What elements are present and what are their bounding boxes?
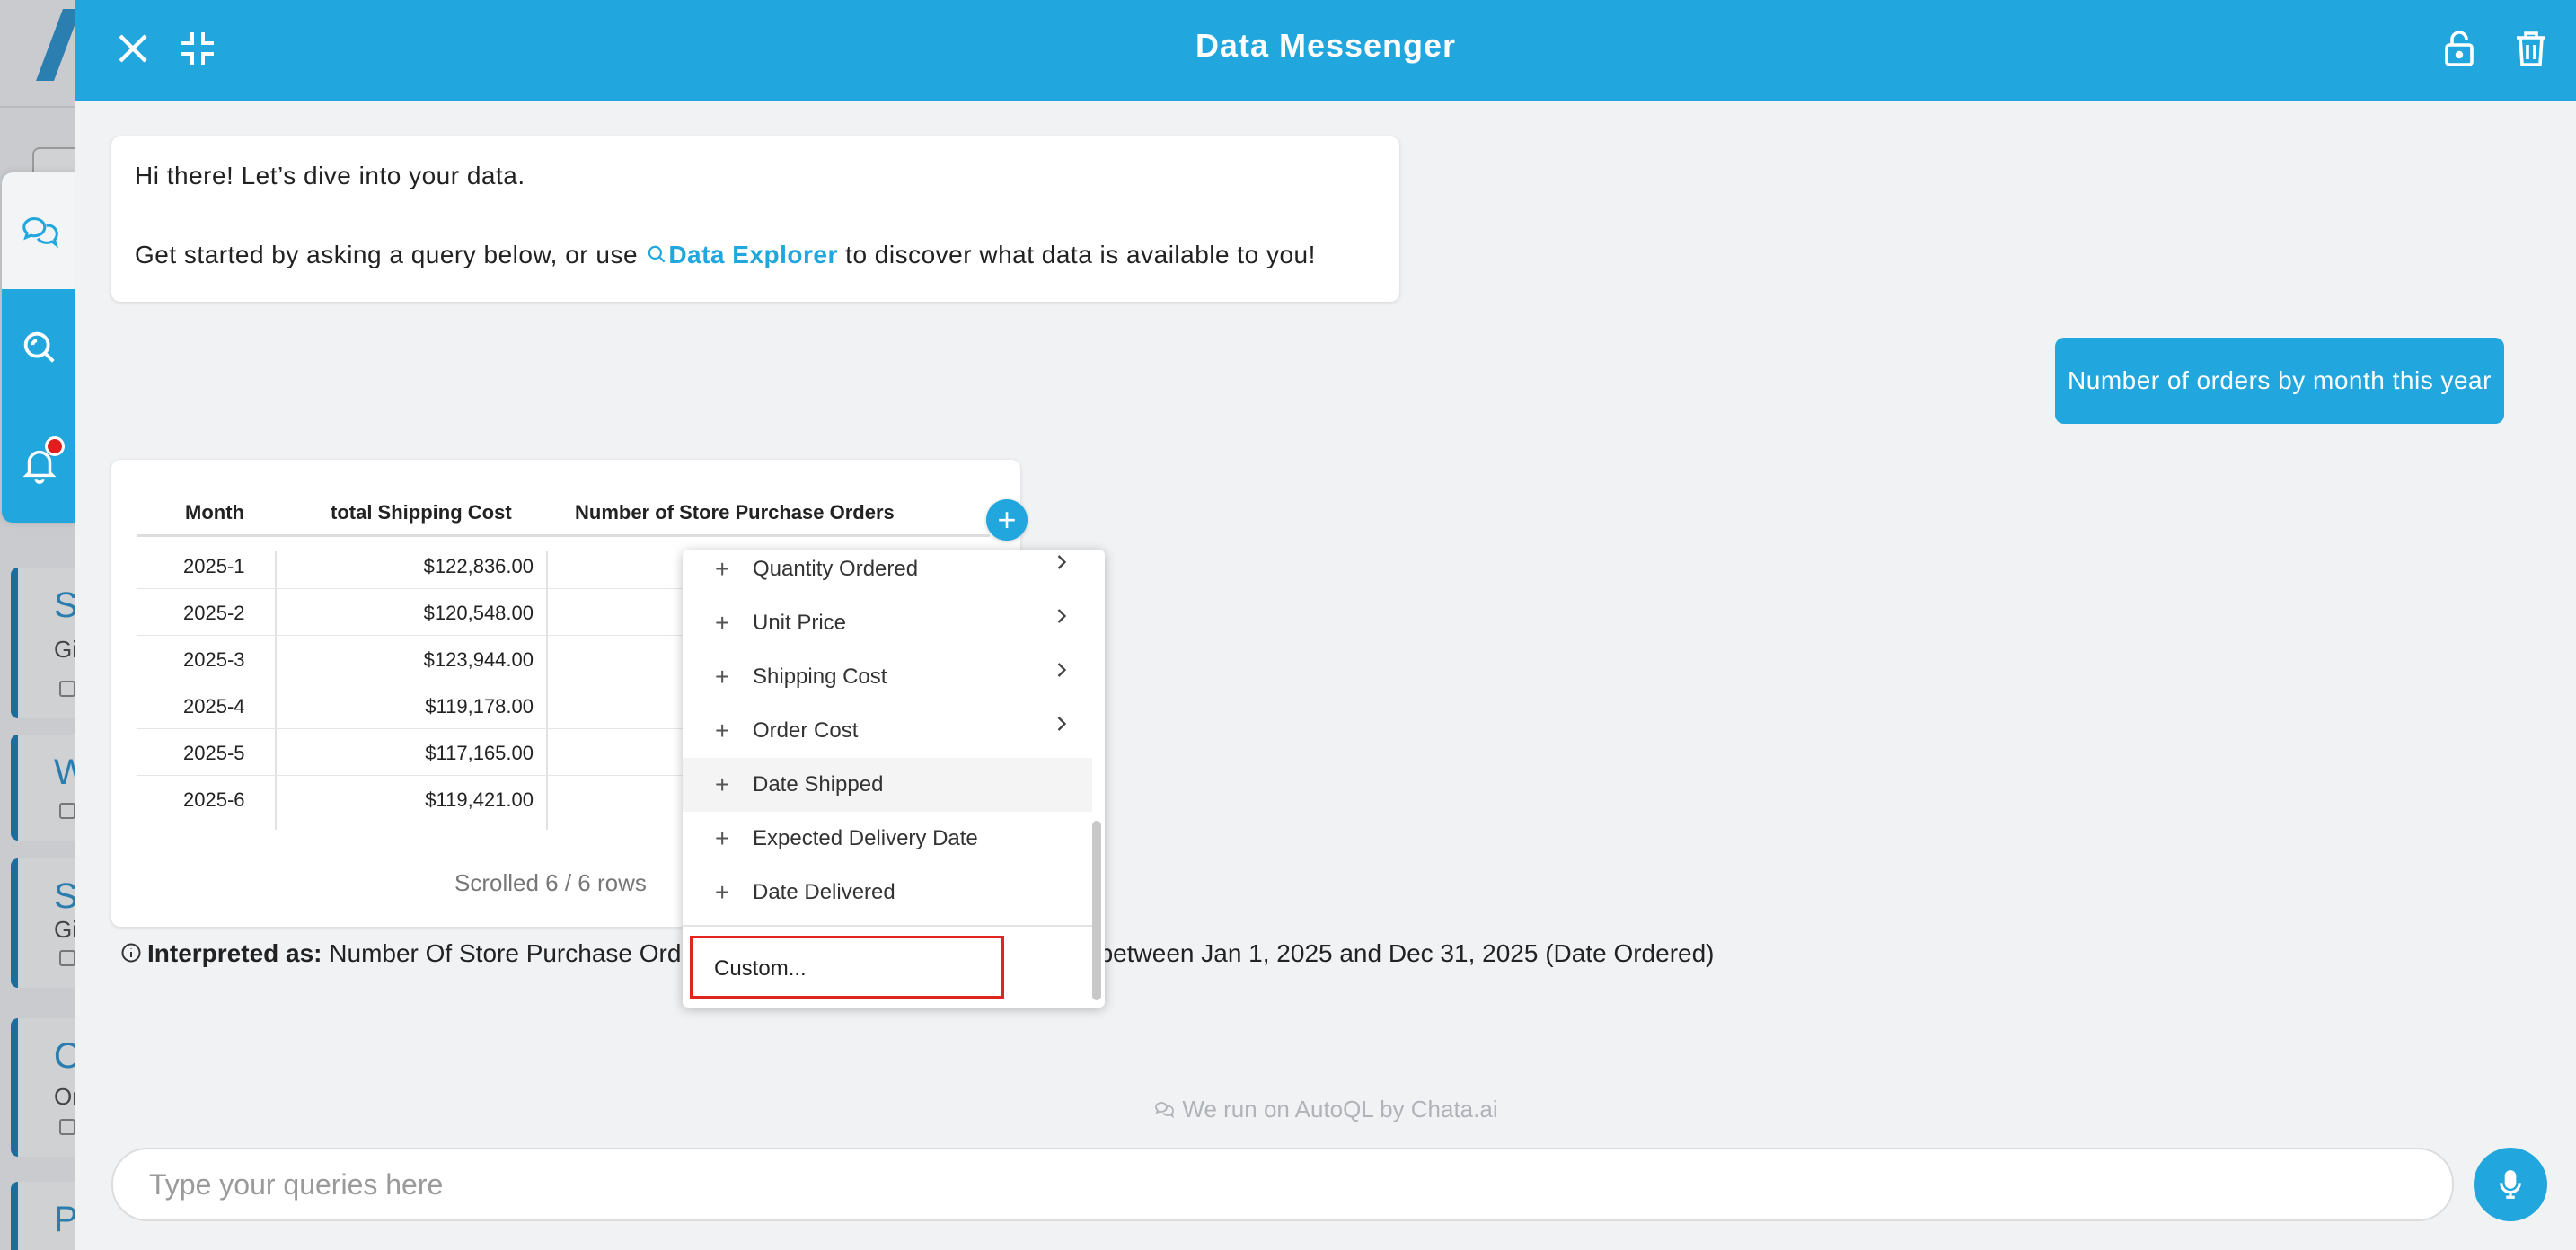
plus-icon: + — [715, 717, 730, 744]
plus-icon: + — [715, 878, 730, 906]
chat-bubbles-icon — [1155, 1102, 1175, 1119]
calendar-icon — [59, 803, 75, 819]
tab-data-explorer[interactable] — [2, 289, 77, 406]
background-divider — [0, 106, 81, 108]
interpretation-line: Interpreted as: Number Of Store Purchase… — [120, 939, 1715, 968]
menu-item-date-shipped[interactable]: + Date Shipped — [683, 758, 1092, 812]
app-logo — [27, 9, 81, 81]
column-header-purchase-orders[interactable]: Number of Store Purchase Orders — [575, 501, 895, 524]
drawer-tab-rail — [2, 172, 77, 523]
menu-item-order-cost[interactable]: + Order Cost — [683, 704, 1092, 758]
greeting-suffix: to discover what data is available to yo… — [845, 241, 1316, 268]
background-card[interactable]: P — [11, 1182, 81, 1250]
greeting-line-2: Get started by asking a query below, or … — [135, 241, 1376, 269]
cell-month: 2025-6 — [183, 788, 245, 811]
menu-item-label: Date Shipped — [753, 772, 884, 797]
cell-shipping-cost: $120,548.00 — [423, 602, 534, 624]
clear-messages-button[interactable] — [2506, 23, 2556, 74]
custom-column-label: Custom... — [714, 956, 807, 981]
chat-bubbles-icon — [22, 217, 58, 249]
background-card[interactable]: W — [11, 735, 88, 841]
calendar-icon — [59, 1119, 75, 1135]
custom-column-button[interactable]: Custom... — [690, 936, 1004, 999]
notification-badge — [45, 436, 65, 456]
plus-icon: + — [715, 555, 730, 583]
greeting-line-1: Hi there! Let’s dive into your data. — [135, 162, 525, 189]
search-icon — [648, 245, 666, 263]
cell-month: 2025-5 — [183, 742, 245, 764]
lock-button[interactable] — [2434, 23, 2484, 74]
interpretation-text-start: Number Of Store Purchase Ord — [329, 939, 682, 967]
drawer-title: Data Messenger — [1195, 27, 1457, 64]
scroll-status-text: Scrolled 6 / 6 rows — [454, 869, 647, 896]
plus-icon: + — [715, 663, 730, 691]
menu-item-label: Expected Delivery Date — [753, 826, 978, 850]
menu-scrollbar[interactable] — [1092, 821, 1101, 1000]
cell-shipping-cost: $119,178.00 — [425, 695, 534, 717]
query-input[interactable] — [111, 1148, 2454, 1221]
data-explorer-icon — [23, 331, 55, 363]
cell-shipping-cost: $123,944.00 — [423, 648, 534, 671]
cell-shipping-cost: $119,421.00 — [425, 788, 534, 811]
background-card-subtitle: Gi — [54, 916, 77, 943]
menu-item-expected-delivery-date[interactable]: + Expected Delivery Date — [683, 812, 1092, 866]
powered-by: We run on AutoQL by Chata.ai — [75, 1096, 2576, 1123]
calendar-icon — [59, 950, 75, 966]
calendar-icon — [59, 681, 75, 697]
chevron-right-icon — [1057, 717, 1067, 731]
column-header-shipping-cost[interactable]: total Shipping Cost — [331, 501, 512, 524]
chevron-right-icon — [1057, 663, 1067, 677]
interpretation-text-end: Month between Jan 1, 2025 and Dec 31, 20… — [1022, 939, 1715, 967]
menu-item-label: Order Cost — [753, 718, 859, 743]
microphone-icon — [2500, 1170, 2521, 1199]
menu-item-quantity-ordered[interactable]: + Quantity Ordered — [683, 550, 1092, 596]
tab-data-messenger[interactable] — [2, 172, 77, 289]
background-card[interactable]: O Or — [11, 1018, 82, 1157]
interpretation-label: Interpreted as: — [147, 939, 322, 967]
menu-item-label: Unit Price — [753, 611, 847, 635]
background-card-title: P — [54, 1200, 78, 1239]
cell-month: 2025-2 — [183, 602, 245, 624]
greeting-message: Hi there! Let’s dive into your data. Get… — [111, 136, 1399, 302]
info-icon — [121, 943, 141, 963]
column-header-month[interactable]: Month — [185, 501, 244, 524]
menu-item-label: Shipping Cost — [753, 665, 887, 689]
plus-icon: + — [715, 824, 730, 852]
cell-shipping-cost: $122,836.00 — [423, 555, 534, 577]
background-card[interactable]: St Gi — [11, 858, 88, 988]
plus-icon: + — [715, 609, 730, 637]
voice-input-button[interactable] — [2474, 1148, 2547, 1221]
data-explorer-link[interactable]: Data Explorer — [645, 241, 838, 268]
table-header: Month total Shipping Cost Number of Stor… — [137, 492, 990, 537]
greeting-prefix: Get started by asking a query below, or … — [135, 241, 639, 268]
drawer-header: Data Messenger — [75, 0, 2576, 101]
menu-item-date-delivered[interactable]: + Date Delivered — [683, 866, 1092, 920]
cell-month: 2025-4 — [183, 695, 245, 717]
cell-shipping-cost: $117,165.00 — [425, 742, 534, 764]
data-messenger-drawer: Data Messenger Hi there! Let’s dive into… — [75, 0, 2576, 1250]
chevron-right-icon — [1057, 555, 1067, 569]
cell-month: 2025-1 — [183, 555, 245, 577]
background-card[interactable]: St Gi — [11, 568, 88, 718]
add-column-button[interactable]: + — [986, 499, 1028, 541]
menu-divider — [683, 925, 1092, 927]
background-card-subtitle: Gi — [54, 636, 77, 663]
menu-item-label: Quantity Ordered — [753, 557, 919, 581]
menu-item-shipping-cost[interactable]: + Shipping Cost — [683, 650, 1092, 704]
lock-icon — [2445, 31, 2474, 66]
menu-item-unit-price[interactable]: + Unit Price — [683, 596, 1092, 650]
chevron-right-icon — [1057, 609, 1067, 623]
add-column-menu: + Quantity Ordered + Unit Price + Shippi… — [683, 550, 1105, 1008]
cell-month: 2025-3 — [183, 648, 245, 671]
user-query-message: Number of orders by month this year — [2055, 338, 2504, 424]
plus-icon: + — [715, 770, 730, 798]
data-explorer-link-label: Data Explorer — [668, 241, 838, 268]
powered-by-text: We run on AutoQL by Chata.ai — [1182, 1096, 1498, 1122]
tab-notifications[interactable] — [2, 406, 77, 523]
trash-icon — [2517, 31, 2545, 66]
menu-item-label: Date Delivered — [753, 880, 895, 904]
